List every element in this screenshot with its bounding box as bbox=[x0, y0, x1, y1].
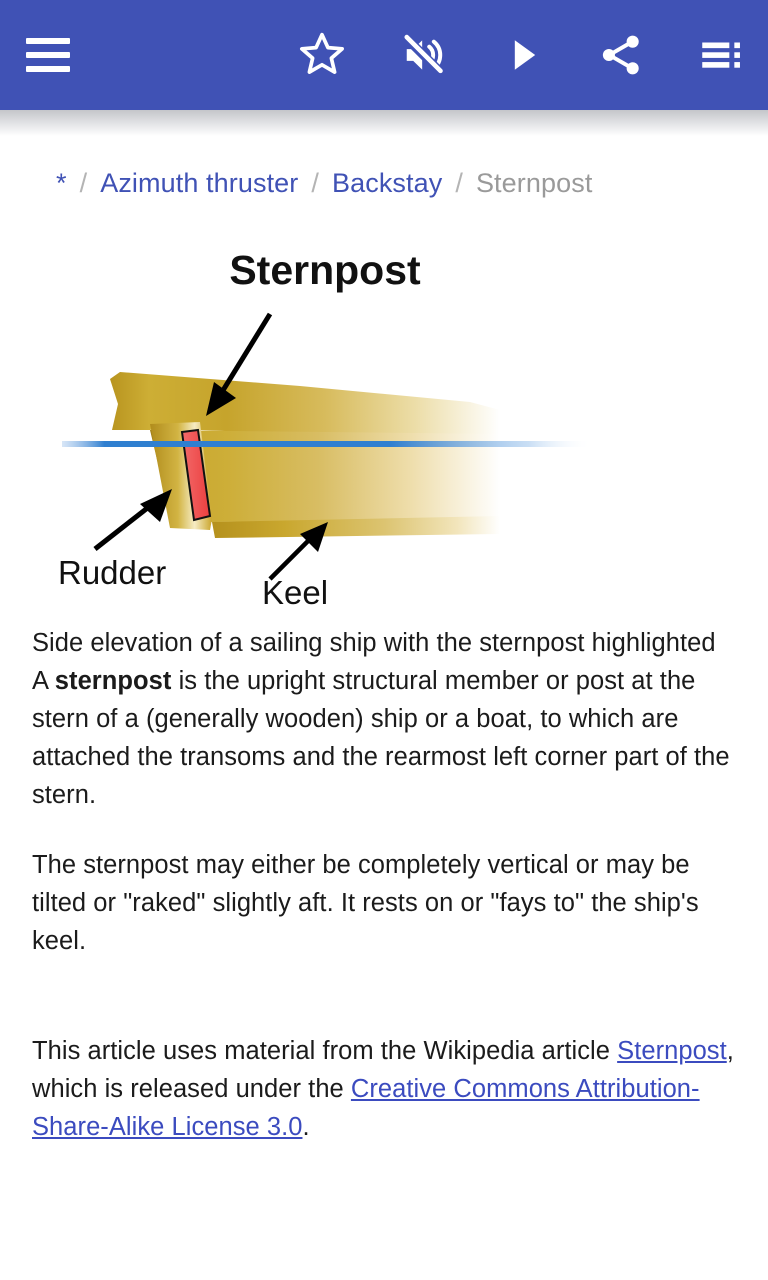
play-icon bbox=[514, 40, 536, 70]
breadcrumb-separator: / bbox=[311, 168, 319, 198]
breadcrumb-separator: / bbox=[455, 168, 463, 198]
diagram-title-sternpost: Sternpost bbox=[229, 247, 421, 293]
star-outline-icon bbox=[300, 32, 344, 74]
breadcrumb-item-sternpost: Sternpost bbox=[475, 168, 593, 198]
volume-off-icon bbox=[400, 32, 446, 78]
share-icon bbox=[602, 35, 639, 75]
waterline bbox=[62, 441, 592, 447]
contents-button[interactable] bbox=[696, 30, 746, 80]
attribution-paragraph: This article uses material from the Wiki… bbox=[32, 1032, 736, 1146]
app-bar bbox=[0, 0, 768, 110]
play-button[interactable] bbox=[498, 31, 546, 79]
paragraph-2: The sternpost may either be completely v… bbox=[32, 851, 699, 955]
menu-button[interactable] bbox=[26, 38, 70, 72]
figure-sternpost-diagram: Sternpost Rudder Keel bbox=[0, 234, 768, 624]
breadcrumb-item-azimuth-thruster[interactable]: Azimuth thruster bbox=[100, 168, 298, 198]
attribution-suffix: . bbox=[302, 1113, 310, 1141]
rudder-arrow bbox=[93, 489, 172, 551]
app-bar-shadow bbox=[0, 110, 768, 136]
favorite-button[interactable] bbox=[296, 29, 348, 81]
lead-paragraph: A sternpost is the upright structural me… bbox=[32, 662, 736, 814]
share-button[interactable] bbox=[596, 30, 646, 80]
breadcrumb: * / Azimuth thruster / Backstay / Sternpost bbox=[0, 166, 768, 200]
attribution-prefix: This article uses material from the Wiki… bbox=[32, 1037, 618, 1065]
list-menu-icon bbox=[702, 42, 740, 68]
keel-label: Keel bbox=[262, 574, 328, 611]
article-body: Side elevation of a sailing ship with th… bbox=[0, 624, 768, 1146]
breadcrumb-separator: / bbox=[79, 168, 88, 198]
mute-button[interactable] bbox=[398, 30, 448, 80]
attribution-gap bbox=[32, 960, 736, 1032]
link-sternpost-article[interactable]: Sternpost bbox=[617, 1037, 727, 1065]
lead-term: sternpost bbox=[54, 667, 172, 695]
lead-prefix: A bbox=[32, 667, 55, 695]
breadcrumb-home[interactable]: * bbox=[56, 168, 67, 198]
rudder-label: Rudder bbox=[58, 554, 166, 591]
breadcrumb-item-backstay[interactable]: Backstay bbox=[332, 168, 442, 198]
ship-diagram-svg: Sternpost Rudder Keel bbox=[58, 247, 592, 611]
figure-caption: Side elevation of a sailing ship with th… bbox=[32, 629, 716, 657]
menu-icon bbox=[26, 38, 70, 72]
